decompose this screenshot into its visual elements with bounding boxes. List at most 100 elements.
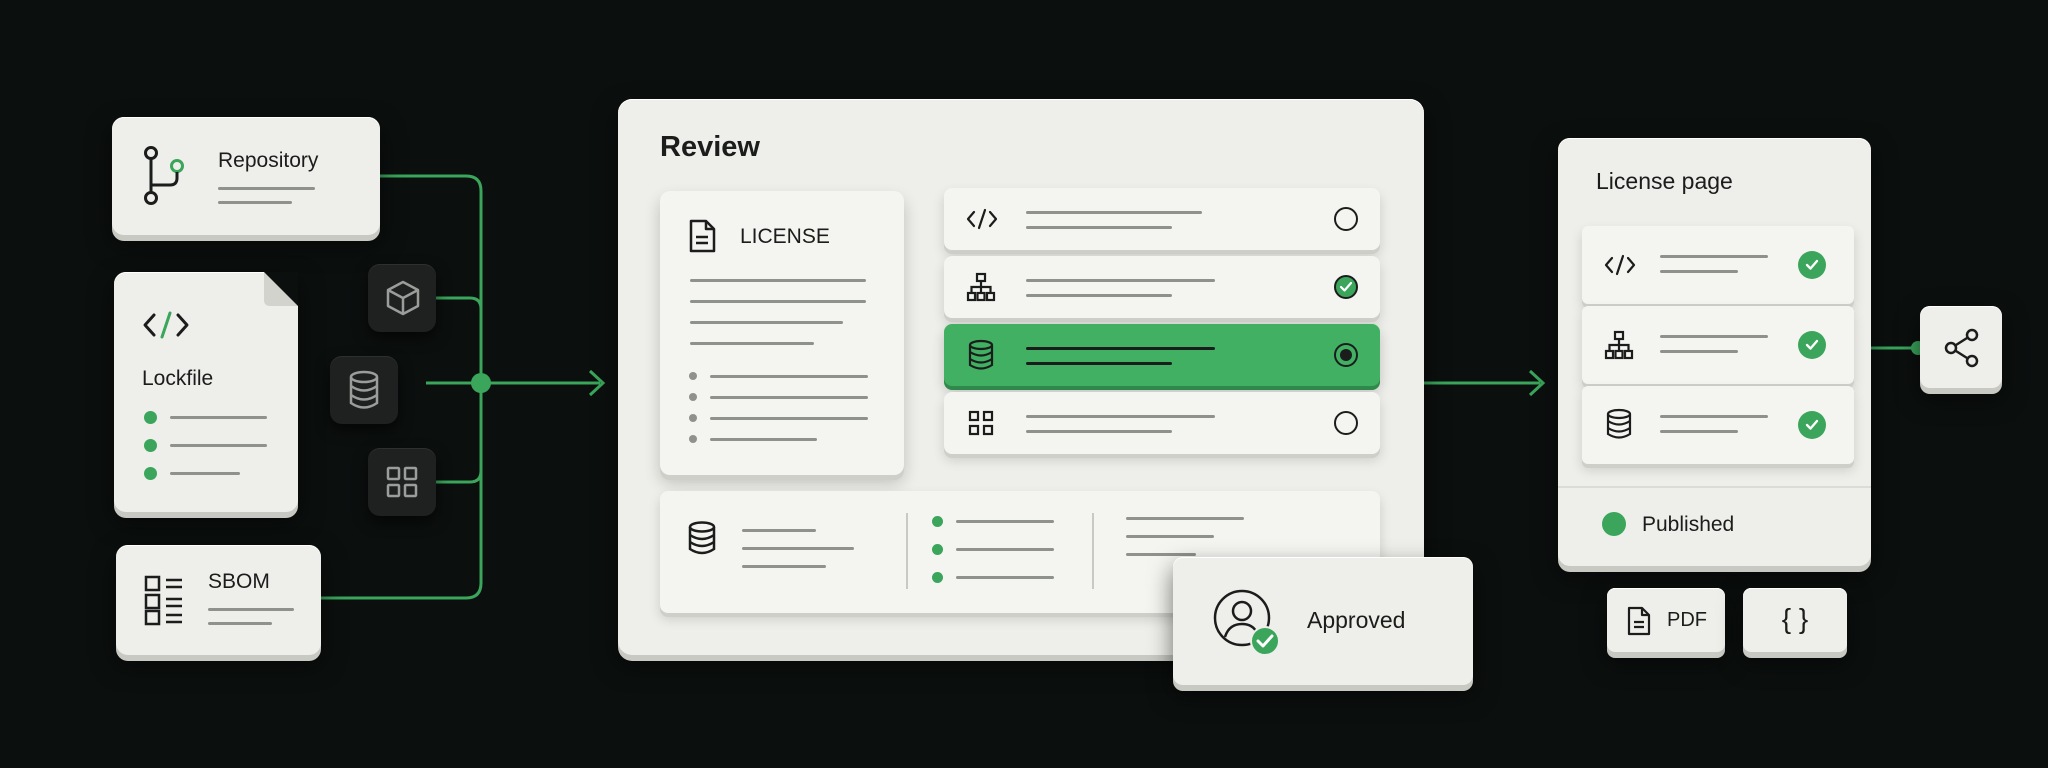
review-title: Review xyxy=(660,131,760,163)
checkmark-icon xyxy=(1805,339,1819,350)
repository-card[interactable]: Repository xyxy=(112,117,380,235)
status-dot xyxy=(932,544,943,555)
code-icon xyxy=(143,311,189,339)
bullet xyxy=(689,435,697,443)
text-line xyxy=(1026,430,1172,433)
radio-checked[interactable] xyxy=(1334,275,1358,299)
license-page-title: License page xyxy=(1596,168,1733,194)
package-tile xyxy=(368,264,436,332)
json-label: { } xyxy=(1781,603,1809,634)
repository-label: Repository xyxy=(218,149,319,172)
database-icon xyxy=(968,339,994,370)
page-row-hierarchy[interactable] xyxy=(1582,306,1854,384)
published-label: Published xyxy=(1642,513,1735,536)
check-badge xyxy=(1798,411,1826,439)
share-icon xyxy=(1944,328,1979,368)
user-check-icon xyxy=(1213,589,1280,656)
radio-unchecked[interactable] xyxy=(1334,411,1358,435)
radio-unchecked[interactable] xyxy=(1334,207,1358,231)
text-line xyxy=(690,279,866,282)
text-line xyxy=(1660,430,1738,433)
review-row-code[interactable] xyxy=(944,188,1380,250)
radio-selected[interactable] xyxy=(1334,343,1358,367)
hierarchy-icon xyxy=(1604,330,1634,360)
divider xyxy=(1558,486,1871,488)
database-icon xyxy=(349,370,379,409)
lockfile-card[interactable]: Lockfile xyxy=(114,272,298,512)
text-line xyxy=(956,548,1054,551)
status-dot xyxy=(144,439,157,452)
check-badge xyxy=(1798,251,1826,279)
text-line xyxy=(218,187,315,190)
license-label: LICENSE xyxy=(740,225,830,248)
published-dot xyxy=(1602,512,1626,536)
text-line xyxy=(710,438,817,441)
text-line xyxy=(742,547,854,550)
status-dot xyxy=(144,467,157,480)
text-line xyxy=(1026,362,1172,365)
document-icon xyxy=(689,219,716,253)
sbom-label: SBOM xyxy=(208,570,270,593)
lockfile-label: Lockfile xyxy=(142,367,214,390)
list-icon xyxy=(144,575,182,626)
text-line xyxy=(1660,350,1738,353)
checkmark-icon xyxy=(1339,281,1353,292)
text-line xyxy=(1660,415,1768,418)
text-line xyxy=(1026,294,1172,297)
review-row-database[interactable] xyxy=(944,324,1380,386)
text-line xyxy=(956,576,1054,579)
status-dot xyxy=(932,572,943,583)
approved-label: Approved xyxy=(1307,607,1406,633)
pdf-export-button[interactable]: PDF xyxy=(1607,588,1725,652)
share-button[interactable] xyxy=(1920,306,2002,388)
divider xyxy=(906,513,908,589)
code-icon xyxy=(1604,254,1636,276)
text-line xyxy=(1660,270,1738,273)
pdf-label: PDF xyxy=(1667,609,1707,631)
bullet xyxy=(689,414,697,422)
git-branch-icon xyxy=(144,146,184,205)
text-line xyxy=(1026,226,1172,229)
text-line xyxy=(1026,415,1215,418)
status-dot xyxy=(932,516,943,527)
text-line xyxy=(208,608,294,611)
text-line xyxy=(1126,517,1244,520)
json-export-button[interactable]: { } xyxy=(1743,588,1847,652)
grid-tile xyxy=(368,448,436,516)
database-icon xyxy=(1606,408,1632,439)
text-line xyxy=(1026,211,1202,214)
text-line xyxy=(1026,279,1215,282)
text-line xyxy=(956,520,1054,523)
bullet xyxy=(689,393,697,401)
document-icon xyxy=(1627,606,1651,636)
hierarchy-icon xyxy=(966,272,996,302)
text-line xyxy=(690,300,866,303)
approved-card[interactable]: Approved xyxy=(1173,557,1473,685)
page-row-database[interactable] xyxy=(1582,386,1854,464)
divider xyxy=(1092,513,1094,589)
text-line xyxy=(170,416,267,419)
text-line xyxy=(710,375,868,378)
text-line xyxy=(170,444,267,447)
sbom-card[interactable]: SBOM xyxy=(116,545,321,655)
checkmark-icon xyxy=(1805,259,1819,270)
text-line xyxy=(742,529,816,532)
text-line xyxy=(742,565,826,568)
page-fold xyxy=(264,272,298,306)
text-line xyxy=(690,342,814,345)
cube-icon xyxy=(386,280,420,316)
text-line xyxy=(1126,535,1214,538)
database-tile xyxy=(330,356,398,424)
database-icon xyxy=(688,521,716,555)
review-row-grid[interactable] xyxy=(944,392,1380,454)
bullet xyxy=(689,372,697,380)
code-icon xyxy=(966,208,998,230)
license-document[interactable]: LICENSE xyxy=(660,191,904,475)
page-row-code[interactable] xyxy=(1582,226,1854,304)
grid-icon xyxy=(386,466,418,498)
review-row-hierarchy[interactable] xyxy=(944,256,1380,318)
status-dot xyxy=(144,411,157,424)
checkmark-icon xyxy=(1805,419,1819,430)
text-line xyxy=(690,321,843,324)
text-line xyxy=(170,472,240,475)
